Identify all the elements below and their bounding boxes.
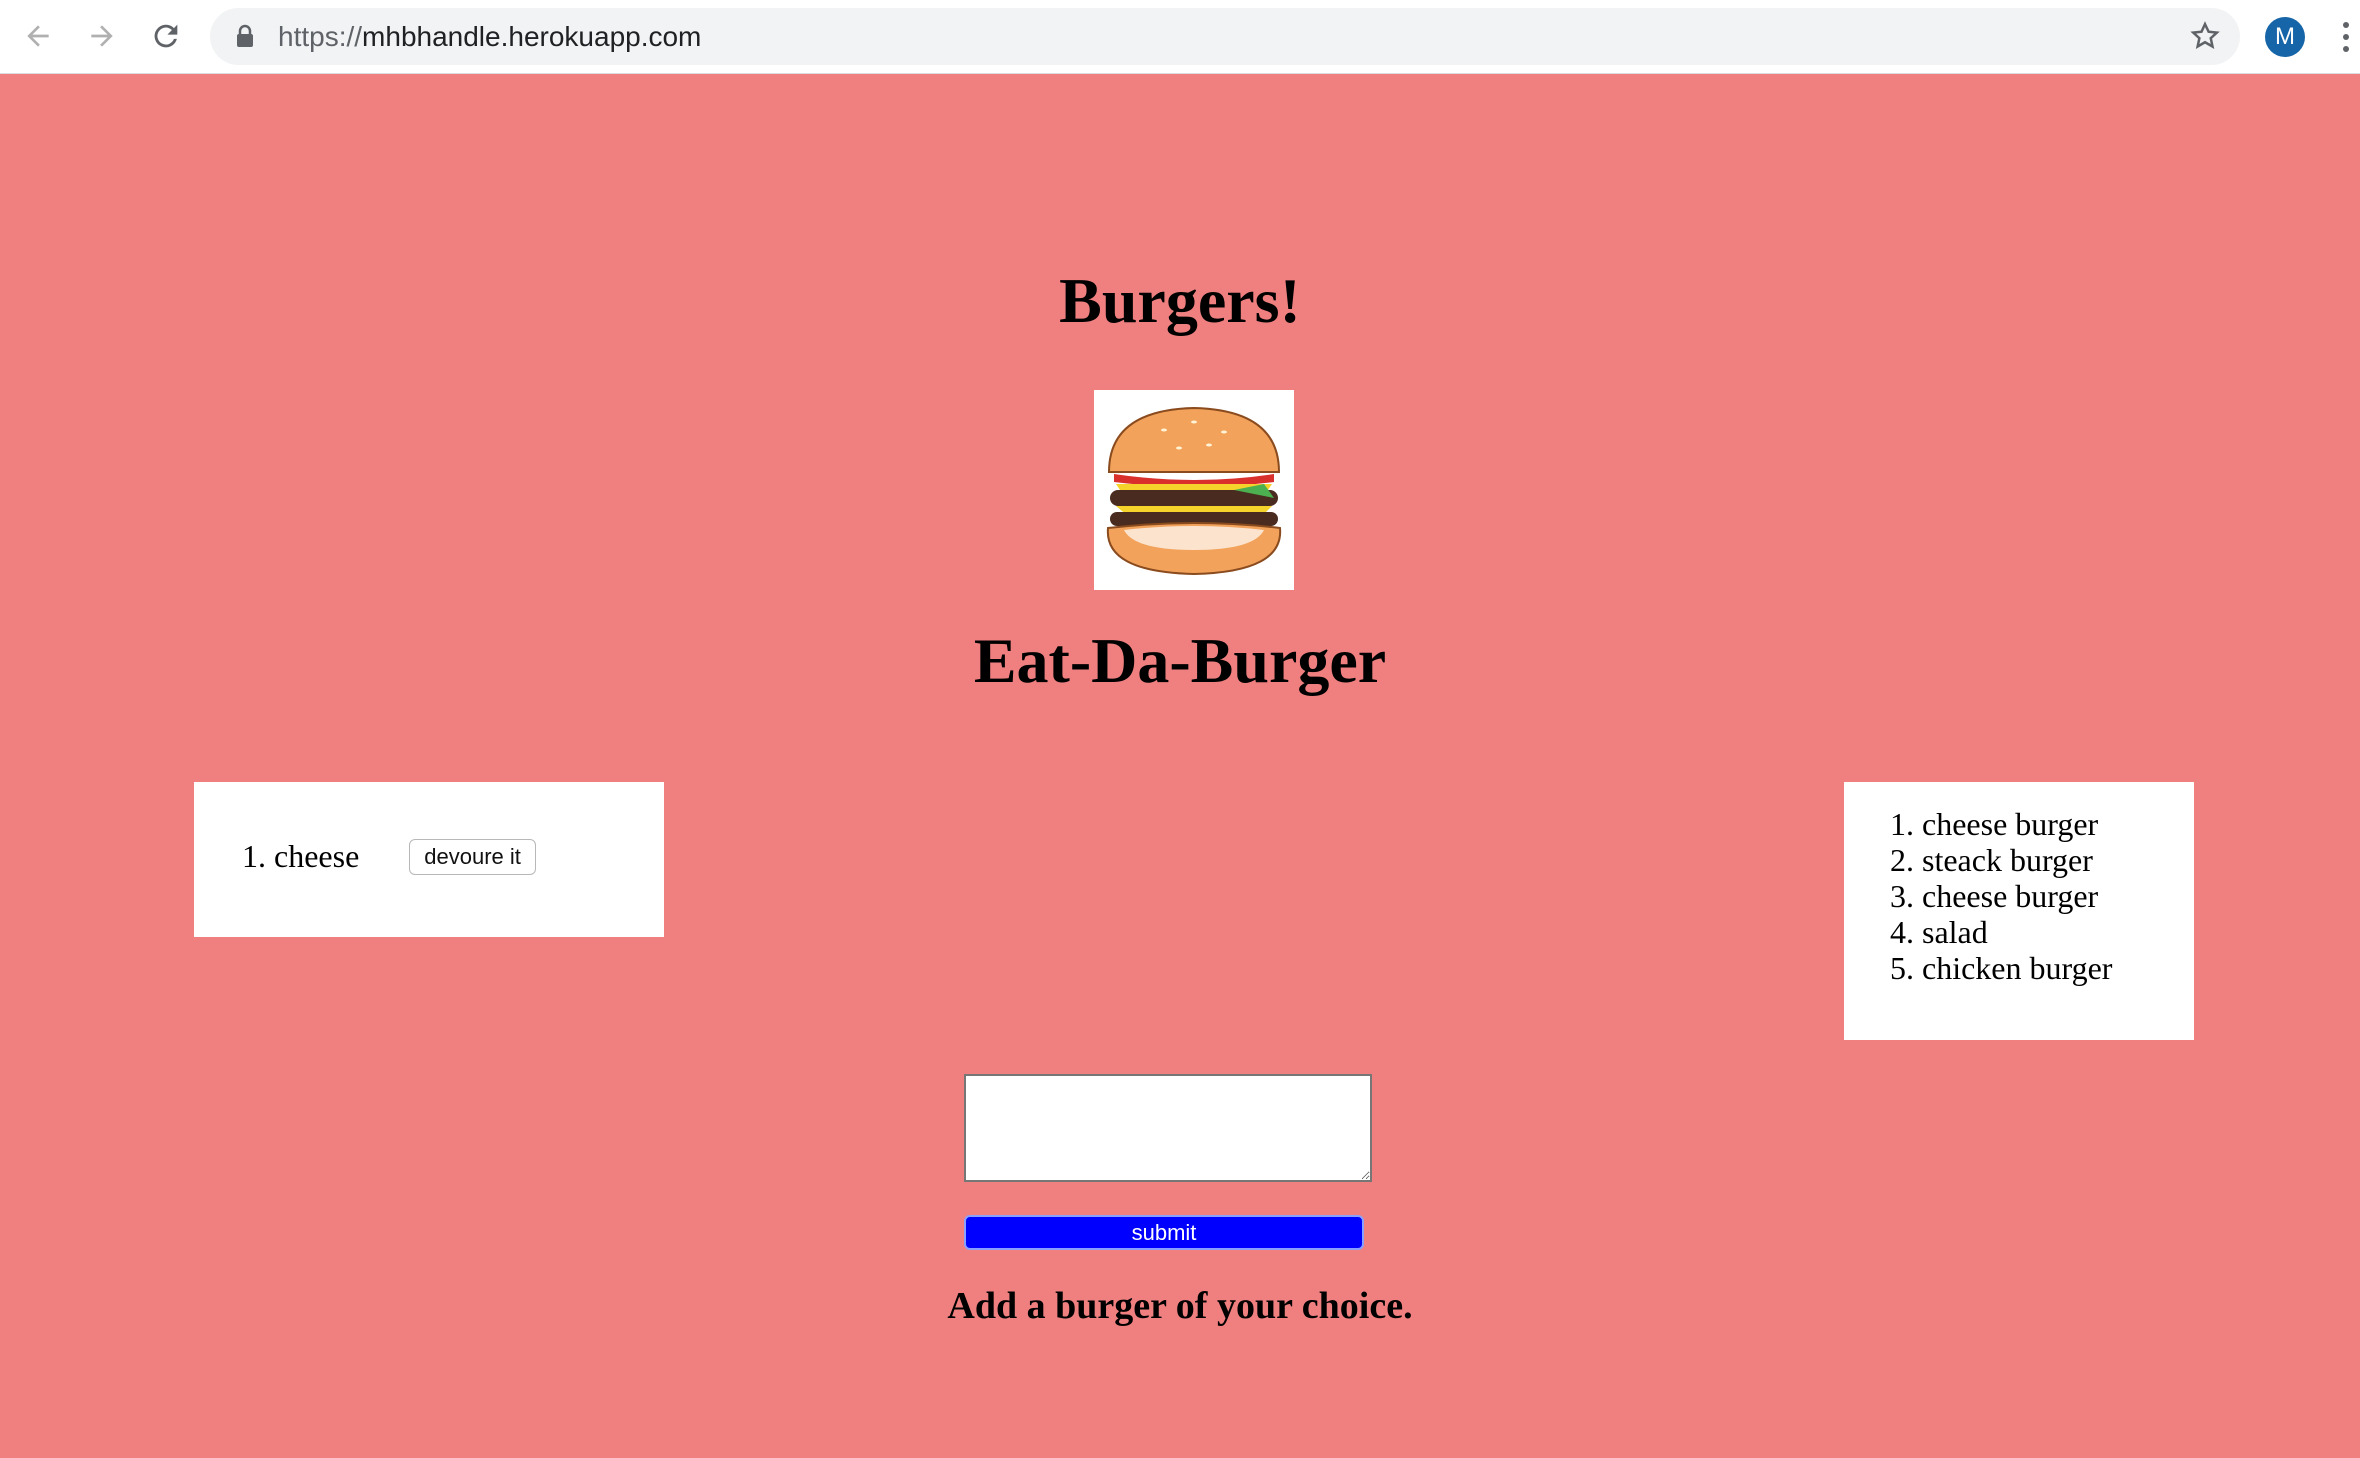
burger-name: cheese xyxy=(274,838,360,874)
url-scheme: https:// xyxy=(278,21,363,52)
profile-avatar[interactable]: M xyxy=(2265,17,2305,57)
uneaten-burgers-panel: 1. cheese devoure it xyxy=(194,782,664,937)
devoured-burger-list: cheese burger steack burger cheese burge… xyxy=(1922,806,2112,986)
burger-image xyxy=(1094,390,1294,590)
list-item: 1. cheese devoure it xyxy=(242,838,536,875)
url-text: https://mhbhandle.herokuapp.com xyxy=(278,8,701,65)
submit-button[interactable]: submit xyxy=(964,1215,1364,1250)
back-arrow-icon xyxy=(27,25,49,47)
list-item-number: 1. xyxy=(242,838,266,874)
devour-button[interactable]: devoure it xyxy=(409,838,536,875)
burger-name-input[interactable] xyxy=(964,1074,1372,1182)
forward-button[interactable] xyxy=(80,14,124,58)
burger-illustration-icon xyxy=(1106,406,1282,576)
forward-arrow-icon xyxy=(91,25,113,47)
add-burger-hint: Add a burger of your choice. xyxy=(947,1285,1413,1327)
menu-kebab-icon[interactable] xyxy=(2340,20,2352,54)
bookmark-star-icon[interactable] xyxy=(2190,21,2220,51)
page-subtitle: Eat-Da-Burger xyxy=(973,625,1387,696)
reload-icon xyxy=(154,24,178,48)
devoured-burgers-panel: cheese burger steack burger cheese burge… xyxy=(1844,782,2194,1040)
lock-icon xyxy=(237,24,253,47)
list-item: salad xyxy=(1922,914,2112,950)
address-bar[interactable]: https://mhbhandle.herokuapp.com xyxy=(210,8,2240,65)
back-button[interactable] xyxy=(16,14,60,58)
page-content: Burgers! Eat-Da-Burger 1. cheese devoure… xyxy=(0,74,2360,1458)
reload-button[interactable] xyxy=(144,14,188,58)
browser-toolbar: https://mhbhandle.herokuapp.com M xyxy=(0,0,2360,74)
list-item: cheese burger xyxy=(1922,806,2112,842)
list-item: chicken burger xyxy=(1922,950,2112,986)
uneaten-burger-list: 1. cheese devoure it xyxy=(242,838,536,875)
list-item: steack burger xyxy=(1922,842,2112,878)
url-host: mhbhandle.herokuapp.com xyxy=(362,21,702,52)
page-title: Burgers! xyxy=(1059,265,1301,336)
list-item: cheese burger xyxy=(1922,878,2112,914)
